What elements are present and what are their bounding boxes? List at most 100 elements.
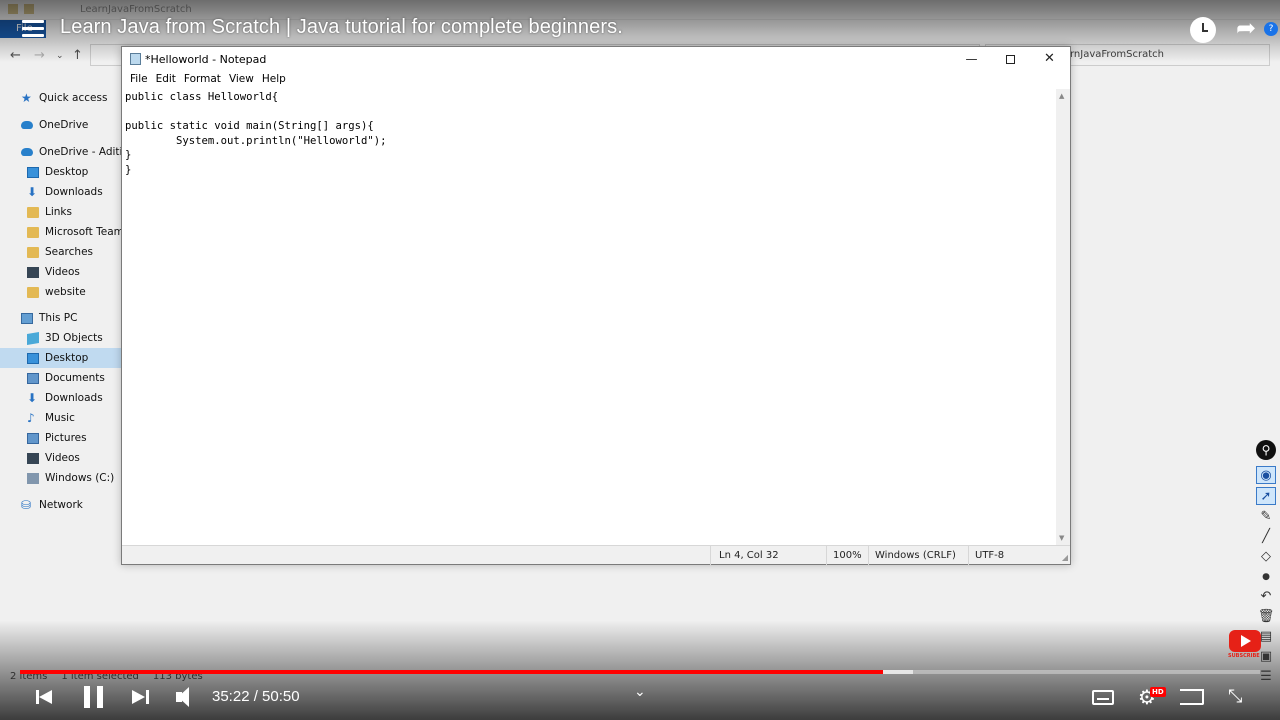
maximize-icon <box>1006 55 1015 64</box>
folder-icon[interactable] <box>24 4 34 14</box>
share-icon[interactable]: ➦ <box>1236 16 1256 40</box>
playlist-menu-icon[interactable] <box>22 20 44 38</box>
video-icon <box>27 266 39 278</box>
notepad-title: *Helloworld - Notepad <box>145 53 267 66</box>
pencil-icon[interactable]: ✎ <box>1256 508 1276 526</box>
explorer-title: LearnJavaFromScratch <box>80 4 192 15</box>
scroll-down-icon[interactable]: ▼ <box>1059 534 1064 542</box>
cursor-icon[interactable]: ➚ <box>1256 487 1276 505</box>
menu-format[interactable]: Format <box>180 71 225 89</box>
undo-icon[interactable]: ↶ <box>1256 588 1276 606</box>
cube-icon <box>27 331 39 345</box>
back-arrow-icon[interactable]: ← <box>10 48 21 63</box>
trash-icon[interactable]: 🗑 <box>1256 608 1276 626</box>
vertical-scrollbar[interactable]: ▲ ▼ <box>1056 89 1070 545</box>
nav-downloads[interactable]: ⬇ Downloads <box>0 182 122 202</box>
status-divider <box>826 546 827 565</box>
pen-icon[interactable]: ╱ <box>1256 528 1276 546</box>
nav-desktop[interactable]: Desktop <box>0 162 122 182</box>
captions-icon[interactable] <box>1092 690 1114 705</box>
nav-desktop-pc[interactable]: Desktop <box>0 348 122 368</box>
star-icon: ★ <box>21 90 32 105</box>
scroll-up-icon[interactable]: ▲ <box>1059 92 1064 100</box>
folder-icon <box>27 286 39 298</box>
code-text: public class Helloworld{ public static v… <box>125 91 387 176</box>
menu-view[interactable]: View <box>225 71 258 89</box>
video-title[interactable]: Learn Java from Scratch | Java tutorial … <box>60 16 623 39</box>
eye-icon[interactable]: ◉ <box>1256 466 1276 484</box>
subscribe-label: SUBSCRIBE <box>1228 653 1260 659</box>
recent-chevron-icon[interactable]: ⌄ <box>56 51 64 61</box>
nav-windows-c[interactable]: Windows (C:) <box>0 468 122 488</box>
music-icon: ♪ <box>27 410 35 425</box>
volume-icon[interactable] <box>176 686 200 708</box>
pin-icon[interactable]: ⚲ <box>1256 440 1276 460</box>
nav-videos-pc[interactable]: Videos <box>0 448 122 468</box>
line-ending: Windows (CRLF) <box>875 550 956 561</box>
zoom-level: 100% <box>833 550 862 561</box>
notepad-titlebar[interactable]: *Helloworld - Notepad — ✕ <box>122 47 1070 71</box>
resize-grip-icon[interactable]: ◢ <box>1062 553 1068 562</box>
forward-arrow-icon[interactable]: → <box>34 48 45 63</box>
watch-later-icon[interactable] <box>1190 17 1216 43</box>
notepad-window: *Helloworld - Notepad — ✕ File Edit Form… <box>121 46 1071 565</box>
nav-quick-access[interactable]: ★ Quick access <box>0 88 122 108</box>
status-divider <box>968 546 969 565</box>
subscribe-watermark[interactable]: SUBSCRIBE <box>1228 628 1262 662</box>
address-path: rnJavaFromScratch <box>1070 49 1165 60</box>
pause-button[interactable] <box>84 686 104 708</box>
download-icon: ⬇ <box>27 184 38 199</box>
search-folder-icon <box>27 246 39 258</box>
nav-3d-objects[interactable]: 3D Objects <box>0 328 122 348</box>
close-button[interactable]: ✕ <box>1030 47 1069 71</box>
previous-button[interactable] <box>36 688 54 706</box>
hd-badge: HD <box>1150 687 1166 697</box>
computer-icon <box>21 312 33 324</box>
cloud-icon <box>21 148 33 156</box>
cloud-icon <box>21 121 33 129</box>
nav-onedrive-aditi[interactable]: OneDrive - Aditi Co <box>0 142 122 162</box>
nav-links[interactable]: Links <box>0 202 122 222</box>
folder-icon <box>27 226 39 238</box>
nav-documents[interactable]: Documents <box>0 368 122 388</box>
navigation-pane: ★ Quick access OneDrive OneDrive - Aditi … <box>0 84 122 524</box>
nav-microsoft-teams[interactable]: Microsoft Teams C <box>0 222 122 242</box>
cursor-position: Ln 4, Col 32 <box>719 550 779 561</box>
nav-music[interactable]: ♪ Music <box>0 408 122 428</box>
chapter-chevron-icon[interactable]: ⌄ <box>634 684 646 700</box>
nav-pictures[interactable]: Pictures <box>0 428 122 448</box>
nav-website[interactable]: website <box>0 282 122 302</box>
next-button[interactable] <box>132 688 150 706</box>
notepad-app-icon <box>130 53 141 65</box>
menu-file[interactable]: File <box>126 71 152 89</box>
nav-network[interactable]: ⛁ Network <box>0 495 122 515</box>
menu-edit[interactable]: Edit <box>152 71 180 89</box>
nav-downloads-pc[interactable]: ⬇ Downloads <box>0 388 122 408</box>
nav-onedrive[interactable]: OneDrive <box>0 115 122 135</box>
dot-icon[interactable]: ● <box>1256 568 1276 586</box>
desktop-icon <box>27 166 39 178</box>
video-icon <box>27 452 39 464</box>
exit-fullscreen-icon[interactable]: ⤡ <box>1228 688 1242 706</box>
minimize-button[interactable]: — <box>952 47 991 71</box>
eraser-icon[interactable]: ◇ <box>1256 548 1276 566</box>
cast-icon[interactable] <box>1180 689 1204 705</box>
nav-searches[interactable]: Searches <box>0 242 122 262</box>
drive-icon <box>27 472 39 484</box>
text-editor-area[interactable]: public class Helloworld{ public static v… <box>122 89 1056 545</box>
save-icon[interactable] <box>8 4 18 14</box>
status-divider <box>710 546 711 565</box>
progress-played <box>20 670 883 674</box>
encoding: UTF-8 <box>975 550 1005 561</box>
desktop-icon <box>27 352 39 364</box>
maximize-button[interactable] <box>991 47 1030 71</box>
up-arrow-icon[interactable]: ↑ <box>72 48 83 63</box>
menu-help[interactable]: Help <box>258 71 290 89</box>
picture-icon <box>27 432 39 444</box>
nav-videos[interactable]: Videos <box>0 262 122 282</box>
status-divider <box>868 546 869 565</box>
notepad-menubar: File Edit Format View Help <box>122 71 1070 89</box>
nav-this-pc[interactable]: This PC <box>0 308 122 328</box>
youtube-logo-icon <box>1229 630 1261 652</box>
info-icon[interactable]: ? <box>1264 22 1278 36</box>
